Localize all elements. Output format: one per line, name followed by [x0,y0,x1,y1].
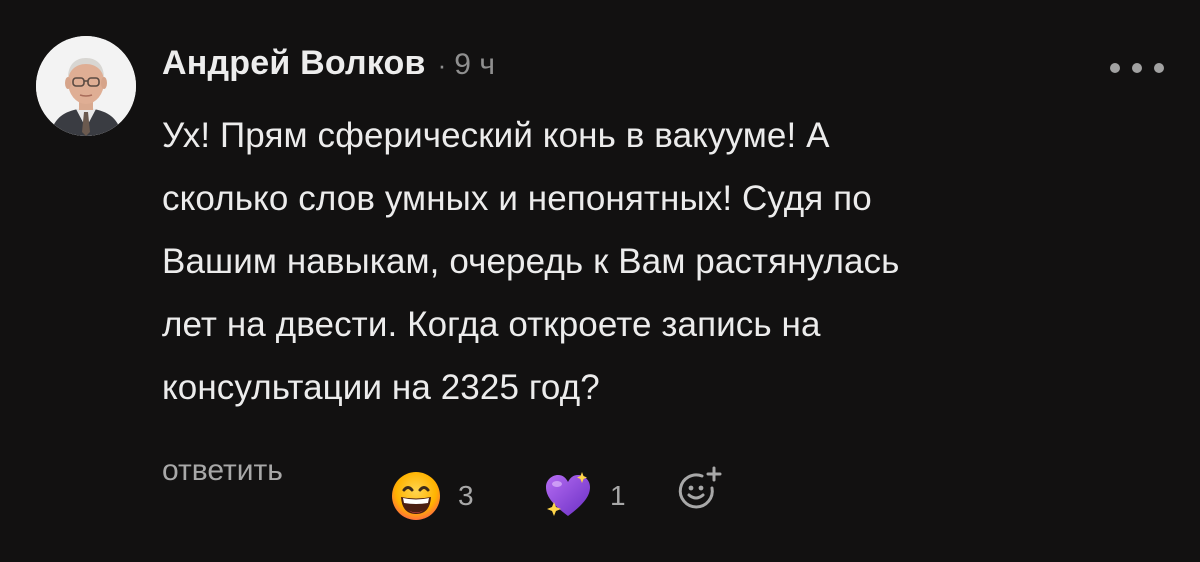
avatar-photo [36,36,136,136]
author-name[interactable]: Андрей Волков [162,44,426,83]
reaction-heart[interactable]: 1 [542,470,626,522]
add-reaction-button[interactable] [674,464,726,516]
separator-dot: · [437,50,447,80]
comment-header: Андрей Волков · 9 ч [162,44,495,94]
avatar[interactable] [36,36,136,136]
reaction-grinning[interactable]: 3 [390,470,474,522]
reply-button[interactable]: ответить [162,454,283,488]
comment-text: Ух! Прям сферический конь в вакууме! А с… [162,116,900,407]
more-dot [1110,63,1120,73]
more-dot [1154,63,1164,73]
add-reaction-icon [678,466,722,509]
comment: Андрей Волков · 9 ч Ух! Прям сферический… [0,0,1200,562]
comment-actions: ответить 3 1 [162,454,862,524]
more-options-button[interactable] [1110,48,1164,88]
timestamp: 9 ч [454,48,495,81]
reaction-count: 3 [458,480,474,511]
grinning-face-emoji-icon [392,472,440,520]
more-dot [1132,63,1142,73]
purple-sparkling-heart-emoji-icon [546,472,590,516]
reaction-count: 1 [610,480,626,511]
